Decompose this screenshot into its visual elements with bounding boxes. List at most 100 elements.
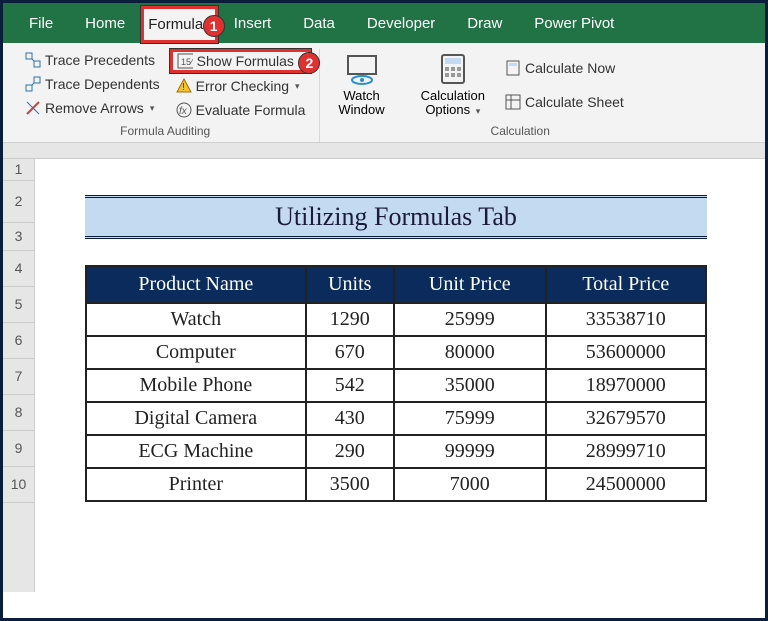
chevron-down-icon: ▾ <box>476 106 481 116</box>
tab-developer[interactable]: Developer <box>351 3 451 43</box>
group-calculation: Calculation Options ▾ Calculate Now Calc… <box>403 49 638 142</box>
watch-window-icon <box>345 53 379 87</box>
calculation-options-button[interactable]: Calculation Options ▾ <box>411 49 495 122</box>
calculate-now-icon <box>505 60 521 76</box>
page-title: Utilizing Formulas Tab <box>85 195 707 239</box>
tab-powerpivot[interactable]: Power Pivot <box>518 3 630 43</box>
col-units[interactable]: Units <box>306 266 394 303</box>
table-row: Printer3500700024500000 <box>86 468 706 501</box>
row-header[interactable]: 10 <box>3 467 34 503</box>
cell[interactable]: 542 <box>306 369 394 402</box>
col-product[interactable]: Product Name <box>86 266 306 303</box>
tab-formulas[interactable]: Formulas 1 <box>141 6 218 43</box>
table-header-row: Product Name Units Unit Price Total Pric… <box>86 266 706 303</box>
tab-data[interactable]: Data <box>287 3 351 43</box>
row-header[interactable]: 6 <box>3 323 34 359</box>
row-header[interactable]: 9 <box>3 431 34 467</box>
row-header[interactable]: 2 <box>3 181 34 223</box>
calculate-sheet-button[interactable]: Calculate Sheet <box>499 91 630 113</box>
table-row: Watch12902599933538710 <box>86 303 706 336</box>
row-headers: 1 2 3 4 5 6 7 8 9 10 <box>3 159 35 592</box>
evaluate-formula-icon: fx <box>176 102 192 118</box>
table-row: Computer6708000053600000 <box>86 336 706 369</box>
row-header[interactable]: 8 <box>3 395 34 431</box>
tab-strip: File Home Formulas 1 Insert Data Develop… <box>3 3 765 43</box>
cell[interactable]: 33538710 <box>546 303 706 336</box>
group-auditing-label: Formula Auditing <box>120 122 210 142</box>
ribbon: Trace Precedents Trace Dependents Remove… <box>3 43 765 143</box>
cell[interactable]: 28999710 <box>546 435 706 468</box>
watch-window-button[interactable]: Watch Window <box>328 49 394 122</box>
col-unitprice[interactable]: Unit Price <box>394 266 546 303</box>
callout-2: 2 <box>298 52 320 74</box>
svg-text:15⁄: 15⁄ <box>181 57 193 67</box>
row-header[interactable]: 3 <box>3 223 34 251</box>
cell[interactable]: 290 <box>306 435 394 468</box>
group-formula-auditing: Trace Precedents Trace Dependents Remove… <box>11 49 320 142</box>
cell[interactable]: 1290 <box>306 303 394 336</box>
chevron-down-icon: ▾ <box>295 81 300 92</box>
cell[interactable]: Printer <box>86 468 306 501</box>
cell[interactable]: 430 <box>306 402 394 435</box>
error-checking-button[interactable]: ! Error Checking ▾ <box>170 75 312 97</box>
cell[interactable]: Computer <box>86 336 306 369</box>
show-formulas-icon: 15⁄ <box>177 53 193 69</box>
cell[interactable]: 53600000 <box>546 336 706 369</box>
cell[interactable]: Watch <box>86 303 306 336</box>
trace-dependents-button[interactable]: Trace Dependents <box>19 73 166 95</box>
tab-file[interactable]: File <box>13 3 69 43</box>
tab-formulas-label: Formulas <box>148 16 211 33</box>
cell[interactable]: 32679570 <box>546 402 706 435</box>
calculate-sheet-label: Calculate Sheet <box>525 94 624 110</box>
cell[interactable]: 18970000 <box>546 369 706 402</box>
sheet-area: 1 2 3 4 5 6 7 8 9 10 Utilizing Formulas … <box>3 159 765 592</box>
row-header[interactable]: 7 <box>3 359 34 395</box>
calculation-options-label: Calculation Options ▾ <box>421 89 485 118</box>
cell[interactable]: 3500 <box>306 468 394 501</box>
column-header-strip <box>3 143 765 159</box>
calculate-now-button[interactable]: Calculate Now <box>499 57 630 79</box>
trace-precedents-label: Trace Precedents <box>45 52 155 68</box>
trace-precedents-button[interactable]: Trace Precedents <box>19 49 166 71</box>
data-table: Product Name Units Unit Price Total Pric… <box>85 265 707 502</box>
calculate-now-label: Calculate Now <box>525 60 615 76</box>
cell[interactable]: Digital Camera <box>86 402 306 435</box>
cell[interactable]: Mobile Phone <box>86 369 306 402</box>
table-row: ECG Machine2909999928999710 <box>86 435 706 468</box>
col-total[interactable]: Total Price <box>546 266 706 303</box>
remove-arrows-button[interactable]: Remove Arrows ▾ <box>19 97 166 119</box>
tab-insert[interactable]: Insert <box>218 3 288 43</box>
trace-dependents-label: Trace Dependents <box>45 76 160 92</box>
cell[interactable]: 35000 <box>394 369 546 402</box>
remove-arrows-label: Remove Arrows <box>45 100 144 116</box>
row-header[interactable]: 5 <box>3 287 34 323</box>
chevron-down-icon: ▾ <box>150 103 155 114</box>
cell[interactable]: 25999 <box>394 303 546 336</box>
cell[interactable]: ECG Machine <box>86 435 306 468</box>
calculation-options-icon <box>436 53 470 87</box>
cell[interactable]: 7000 <box>394 468 546 501</box>
svg-text:!: ! <box>182 82 185 93</box>
error-checking-icon: ! <box>176 78 192 94</box>
worksheet-content: Utilizing Formulas Tab Product Name Unit… <box>35 159 765 592</box>
show-formulas-label: Show Formulas <box>197 53 294 69</box>
tab-draw[interactable]: Draw <box>451 3 518 43</box>
cell[interactable]: 80000 <box>394 336 546 369</box>
tab-home[interactable]: Home <box>69 3 141 43</box>
table-row: Mobile Phone5423500018970000 <box>86 369 706 402</box>
table-row: Digital Camera4307599932679570 <box>86 402 706 435</box>
watch-window-label: Watch Window <box>338 89 384 118</box>
cell[interactable]: 99999 <box>394 435 546 468</box>
cell[interactable]: 24500000 <box>546 468 706 501</box>
remove-arrows-icon <box>25 100 41 116</box>
cell[interactable]: 670 <box>306 336 394 369</box>
row-header[interactable]: 4 <box>3 251 34 287</box>
error-checking-label: Error Checking <box>196 78 289 94</box>
show-formulas-button[interactable]: 15⁄ Show Formulas 2 <box>170 49 312 73</box>
cell[interactable]: 75999 <box>394 402 546 435</box>
trace-precedents-icon <box>25 52 41 68</box>
row-header[interactable]: 1 <box>3 159 34 181</box>
evaluate-formula-button[interactable]: fx Evaluate Formula <box>170 99 312 121</box>
group-calc-label: Calculation <box>491 122 550 142</box>
trace-dependents-icon <box>25 76 41 92</box>
